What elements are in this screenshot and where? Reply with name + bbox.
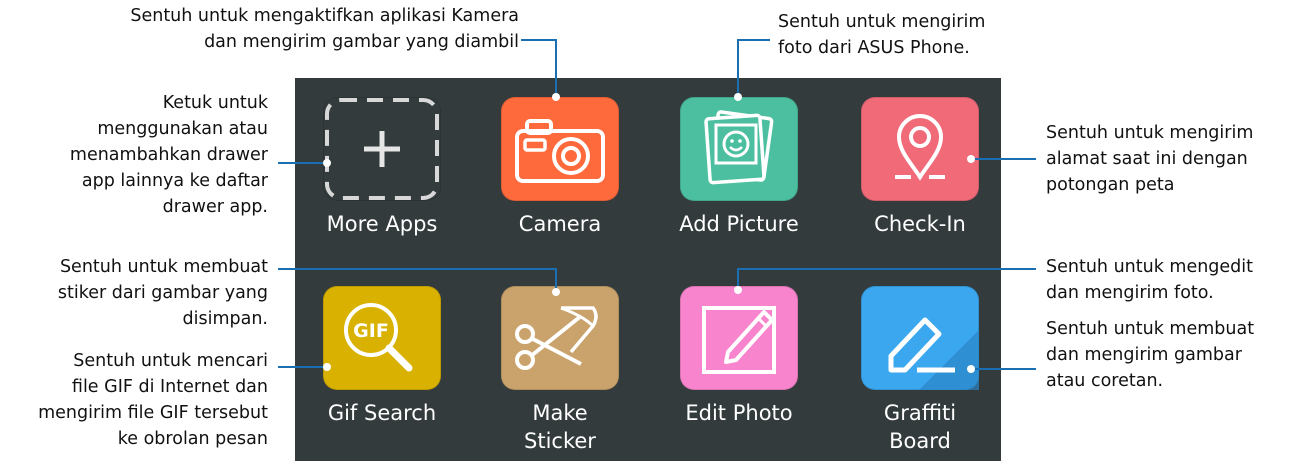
edit-photo-tile[interactable] — [680, 286, 798, 390]
pictures-icon — [704, 110, 774, 185]
annotation-more-apps-line-2: menggunakan atau — [97, 119, 268, 139]
make-sticker-label-line-1: Make — [532, 401, 588, 425]
annotation-make-sticker: Sentuh untuk membuat stiker dari gambar … — [58, 254, 268, 332]
gif-search-label: Gif Search — [327, 401, 437, 425]
graffiti-board-label: Graffiti Board — [831, 399, 1009, 455]
gif-search-icon: GIF — [344, 303, 413, 372]
annotation-make-sticker-line-2: stiker dari gambar yang — [57, 283, 268, 303]
marker-icon — [888, 317, 979, 390]
annotation-add-picture: Sentuh untuk mengirim foto dari ASUS Pho… — [778, 9, 985, 61]
camera-label: Camera — [518, 212, 602, 236]
make-sticker-label-line-2: Sticker — [524, 429, 596, 453]
annotation-edit-photo-line-1: Sentuh untuk mengedit — [1046, 257, 1254, 277]
annotation-gif-search: Sentuh untuk mencari file GIF di Interne… — [38, 348, 268, 452]
check-in-label: Check-In — [874, 212, 966, 236]
annotation-graffiti-board: Sentuh untuk membuat dan mengirim gambar… — [1046, 316, 1254, 394]
annotation-add-picture-line-1: Sentuh untuk mengirim — [778, 12, 986, 32]
add-picture-label: Add Picture — [679, 212, 799, 236]
annotation-edit-photo-line-2: dan mengirim foto. — [1046, 283, 1214, 303]
graffiti-board-tile[interactable] — [861, 286, 979, 390]
annotation-check-in-line-3: potongan peta — [1046, 175, 1175, 195]
annotation-edit-photo: Sentuh untuk mengedit dan mengirim foto. — [1046, 254, 1253, 306]
annotation-gif-search-line-2: file GIF di Internet dan — [71, 377, 268, 397]
more-apps-tile[interactable] — [323, 97, 441, 201]
more-apps-label: More Apps — [326, 212, 438, 236]
annotation-camera: Sentuh untuk mengaktifkan aplikasi Kamer… — [130, 3, 519, 55]
annotation-more-apps-line-5: drawer app. — [162, 197, 268, 217]
annotation-check-in-line-2: alamat saat ini dengan — [1046, 149, 1248, 169]
location-pin-icon — [895, 114, 945, 181]
annotation-make-sticker-line-3: disimpan. — [182, 309, 268, 329]
camera-tile[interactable] — [501, 97, 619, 201]
graffiti-board-label-line-1: Graffiti — [883, 401, 957, 425]
annotation-graffiti-board-line-2: dan mengirim gambar — [1046, 345, 1242, 365]
annotation-check-in: Sentuh untuk mengirim alamat saat ini de… — [1046, 120, 1253, 198]
make-sticker-label: Make Sticker — [471, 399, 649, 455]
annotation-more-apps-line-1: Ketuk untuk — [162, 93, 268, 113]
annotation-more-apps-line-3: menambahkan drawer — [69, 145, 268, 165]
make-sticker-tile[interactable] — [501, 286, 619, 390]
annotation-gif-search-line-4: ke obrolan pesan — [117, 429, 268, 449]
annotation-add-picture-line-2: foto dari ASUS Phone. — [778, 38, 970, 58]
scissors-icon — [515, 306, 598, 370]
check-in-tile[interactable] — [861, 97, 979, 201]
add-picture-tile[interactable] — [680, 97, 798, 201]
annotation-gif-search-line-1: Sentuh untuk mencari — [73, 351, 268, 371]
annotation-graffiti-board-line-1: Sentuh untuk membuat — [1046, 319, 1255, 339]
pencil-icon — [702, 306, 776, 374]
annotation-gif-search-line-3: mengirim file GIF tersebut — [38, 403, 268, 423]
plus-icon — [325, 98, 439, 200]
annotation-graffiti-board-line-3: atau coretan. — [1046, 371, 1164, 391]
annotation-make-sticker-line-1: Sentuh untuk membuat — [59, 257, 268, 277]
annotation-more-apps-line-4: app lainnya ke daftar — [81, 171, 268, 191]
annotation-check-in-line-1: Sentuh untuk mengirim — [1046, 123, 1254, 143]
svg-text:GIF: GIF — [353, 320, 389, 342]
gif-search-tile[interactable]: GIF — [323, 286, 441, 390]
edit-photo-label: Edit Photo — [685, 401, 793, 425]
annotation-more-apps: Ketuk untuk menggunakan atau menambahkan… — [70, 90, 268, 220]
graffiti-board-label-line-2: Board — [889, 429, 951, 453]
annotation-camera-line-2: dan mengirim gambar yang diambil — [204, 32, 519, 52]
annotation-camera-line-1: Sentuh untuk mengaktifkan aplikasi Kamer… — [130, 6, 519, 26]
camera-icon — [515, 119, 605, 183]
